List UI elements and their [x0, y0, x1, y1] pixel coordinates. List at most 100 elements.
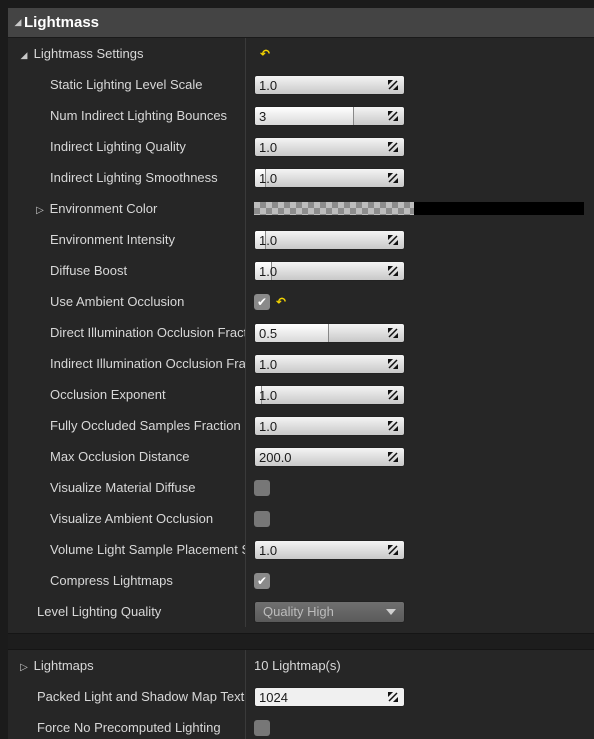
column-divider[interactable] — [245, 503, 246, 534]
drag-arrows-icon — [388, 172, 398, 183]
lightmaps-count: 10 Lightmap(s) — [254, 658, 341, 673]
column-divider[interactable] — [245, 596, 246, 627]
collapse-arrow-icon[interactable]: ◢ — [18, 50, 30, 61]
reset-to-default-icon[interactable]: ↶ — [276, 295, 286, 309]
drag-arrows-icon — [388, 691, 398, 702]
column-divider[interactable] — [245, 255, 246, 286]
numeric-input[interactable]: 1.0 — [254, 260, 405, 281]
level-lighting-quality-dropdown[interactable]: Quality High — [254, 600, 405, 623]
drag-arrows-icon — [388, 420, 398, 431]
drag-arrows-icon — [388, 389, 398, 400]
column-divider[interactable] — [245, 379, 246, 410]
level-lighting-quality-row: Level Lighting Quality Quality High — [8, 596, 594, 627]
column-divider[interactable] — [245, 224, 246, 255]
numeric-input[interactable]: 1.0 — [254, 539, 405, 560]
property-label: Indirect Illumination Occlusion Fraction — [50, 356, 245, 371]
property-label: Compress Lightmaps — [50, 573, 173, 588]
column-divider[interactable] — [245, 348, 246, 379]
numeric-input[interactable]: 1.0 — [254, 229, 405, 250]
property-label: Fully Occluded Samples Fraction — [50, 418, 241, 433]
property-label: Indirect Lighting Quality — [50, 139, 186, 154]
environment-color-swatch[interactable] — [254, 202, 584, 215]
expand-arrow-icon[interactable]: ▷ — [34, 205, 46, 216]
drag-arrows-icon — [388, 234, 398, 245]
packed-texture-size-input[interactable]: 1024 — [254, 686, 405, 707]
check-icon: ✔ — [256, 294, 268, 309]
property-row: Direct Illumination Occlusion Fraction 0.… — [8, 317, 594, 348]
packed-texture-size-row: Packed Light and Shadow Map Texture Size… — [8, 681, 594, 712]
column-divider[interactable] — [245, 681, 246, 712]
numeric-input[interactable]: 1.0 — [254, 353, 405, 374]
property-row: Visualize Ambient Occlusion — [8, 503, 594, 534]
property-row: Indirect Illumination Occlusion Fraction… — [8, 348, 594, 379]
column-divider[interactable] — [245, 131, 246, 162]
drag-arrows-icon — [388, 79, 398, 90]
property-label: Max Occlusion Distance — [50, 449, 190, 464]
lightmaps-label[interactable]: ▷ Lightmaps — [8, 658, 245, 673]
column-divider[interactable] — [245, 100, 246, 131]
numeric-input[interactable]: 0.5 — [254, 322, 405, 343]
drag-arrows-icon — [388, 110, 398, 121]
column-divider[interactable] — [245, 410, 246, 441]
column-divider[interactable] — [245, 317, 246, 348]
property-row: Indirect Lighting Quality 1.0 — [8, 131, 594, 162]
drag-arrows-icon — [388, 141, 398, 152]
details-panel: ◢ Lightmass ◢ Lightmass Settings ↶ Stati… — [8, 8, 594, 739]
drag-arrows-icon — [388, 358, 398, 369]
column-divider[interactable] — [245, 193, 246, 224]
column-divider[interactable] — [245, 286, 246, 317]
numeric-input[interactable]: 1.0 — [254, 167, 405, 188]
column-divider[interactable] — [245, 472, 246, 503]
drag-arrows-icon — [388, 451, 398, 462]
collapse-arrow-icon[interactable]: ◢ — [12, 17, 24, 28]
checkbox[interactable]: ✔ — [254, 572, 270, 589]
property-row: Visualize Material Diffuse — [8, 472, 594, 503]
property-row: Use Ambient Occlusion ✔ ↶ — [8, 286, 594, 317]
checkbox[interactable] — [254, 479, 270, 496]
property-row: Indirect Lighting Smoothness 1.0 — [8, 162, 594, 193]
reset-to-default-icon[interactable]: ↶ — [260, 47, 270, 61]
column-divider[interactable] — [245, 441, 246, 472]
column-divider[interactable] — [245, 38, 246, 69]
property-label: Direct Illumination Occlusion Fraction — [50, 325, 245, 340]
chevron-down-icon — [386, 608, 396, 615]
numeric-input[interactable]: 3 — [254, 105, 405, 126]
column-divider[interactable] — [245, 565, 246, 596]
drag-arrows-icon — [388, 327, 398, 338]
expand-arrow-icon[interactable]: ▷ — [18, 662, 30, 673]
checkbox[interactable]: ✔ — [254, 293, 270, 310]
column-divider[interactable] — [245, 69, 246, 100]
lightmass-category-header[interactable]: ◢ Lightmass — [8, 8, 594, 38]
property-row: Fully Occluded Samples Fraction 1.0 — [8, 410, 594, 441]
column-divider[interactable] — [245, 534, 246, 565]
property-row: Compress Lightmaps ✔ — [8, 565, 594, 596]
group-separator — [8, 633, 594, 650]
property-row: Diffuse Boost 1.0 — [8, 255, 594, 286]
property-label: Level Lighting Quality — [37, 604, 162, 619]
check-icon: ✔ — [256, 573, 268, 588]
checkbox[interactable] — [254, 510, 270, 527]
numeric-input[interactable]: 1.0 — [254, 136, 405, 157]
numeric-input[interactable]: 200.0 — [254, 446, 405, 467]
property-row: Occlusion Exponent 1.0 — [8, 379, 594, 410]
property-row: Environment Intensity 1.0 — [8, 224, 594, 255]
lightmass-settings-row[interactable]: ◢ Lightmass Settings ↶ — [8, 38, 594, 69]
property-label: Packed Light and Shadow Map Texture Size — [37, 689, 245, 704]
numeric-input[interactable]: 1.0 — [254, 384, 405, 405]
value-fill — [255, 106, 355, 125]
numeric-input[interactable]: 1.0 — [254, 74, 405, 95]
column-divider[interactable] — [245, 712, 246, 739]
property-row: Num Indirect Lighting Bounces 3 — [8, 100, 594, 131]
category-title: Lightmass — [24, 14, 100, 31]
column-divider[interactable] — [245, 162, 246, 193]
lightmass-settings-label[interactable]: ◢ Lightmass Settings — [8, 46, 245, 61]
drag-arrows-icon — [388, 265, 398, 276]
lightmaps-row[interactable]: ▷ Lightmaps 10 Lightmap(s) — [8, 650, 594, 681]
property-row: Max Occlusion Distance 200.0 — [8, 441, 594, 472]
column-divider[interactable] — [245, 650, 246, 681]
numeric-input[interactable]: 1.0 — [254, 415, 405, 436]
force-no-precomputed-checkbox[interactable] — [254, 719, 270, 736]
property-label[interactable]: ▷ Environment Color — [8, 201, 245, 216]
force-no-precomputed-row: Force No Precomputed Lighting — [8, 712, 594, 739]
property-label: Force No Precomputed Lighting — [37, 720, 221, 735]
